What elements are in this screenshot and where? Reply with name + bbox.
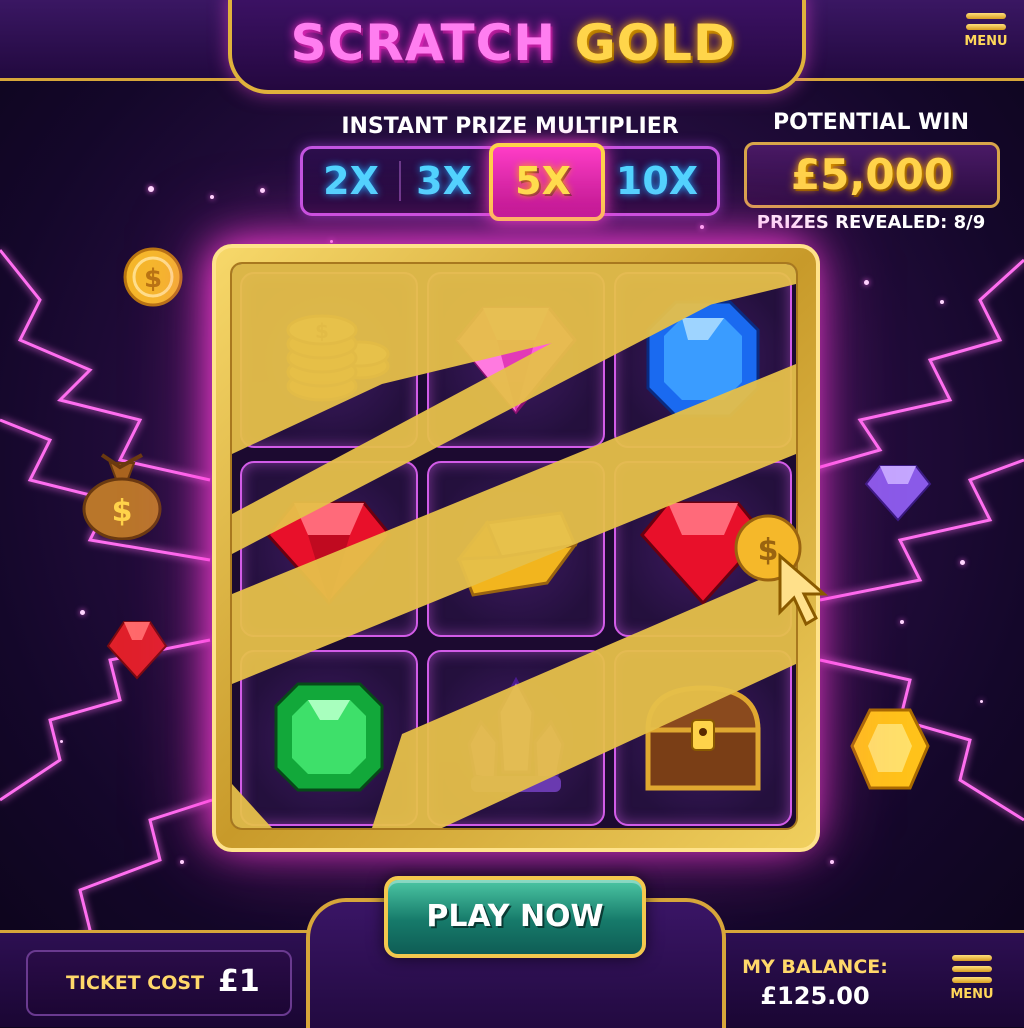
ticket-cost-panel: TICKET COST £1 <box>26 950 292 1016</box>
pink-diamond-icon <box>455 306 577 415</box>
floating-red-gem-icon <box>106 621 168 680</box>
menu-label-bottom: MENU <box>950 987 994 1002</box>
scratch-cell-1[interactable]: $ <box>240 272 418 448</box>
potential-win-label: POTENTIAL WIN <box>772 110 970 135</box>
title-scratch: SCRATCH <box>290 14 557 72</box>
floating-yellow-gem-icon <box>850 708 930 790</box>
svg-text:$: $ <box>315 319 329 343</box>
ticket-cost-label: TICKET COST <box>66 972 204 994</box>
gold-coins-icon: $ <box>286 314 390 402</box>
multiplier-option-3x[interactable]: 3X <box>399 149 489 213</box>
purple-crystal-icon <box>467 676 565 792</box>
game-title: SCRATCH GOLD <box>228 14 798 72</box>
hamburger-icon <box>966 13 1006 19</box>
scratch-cell-8[interactable] <box>427 650 605 826</box>
scratch-cell-5[interactable] <box>427 461 605 637</box>
money-bag-icon: $ <box>82 453 162 540</box>
scratch-card: $ <box>212 244 820 852</box>
treasure-chest-icon <box>645 685 761 791</box>
play-now-button[interactable]: PLAY NOW <box>384 876 646 958</box>
multiplier-label: INSTANT PRIZE MULTIPLIER <box>341 114 679 139</box>
gold-bar-icon <box>455 511 579 597</box>
svg-text:$: $ <box>758 533 779 568</box>
floating-purple-diamond-icon <box>864 465 932 522</box>
ticket-cost-value: £1 <box>218 964 260 999</box>
floating-coin-icon: $ <box>123 247 183 307</box>
pointer-arrow-icon <box>778 552 829 627</box>
svg-text:$: $ <box>144 264 162 294</box>
scratch-cell-9[interactable] <box>614 650 792 826</box>
scratch-cell-2[interactable] <box>427 272 605 448</box>
prizes-revealed-counter: PRIZES REVEALED: 8/9 <box>756 212 986 233</box>
menu-button-bottom[interactable]: MENU <box>944 950 1000 1010</box>
hamburger-icon <box>952 955 992 961</box>
multiplier-option-10x[interactable]: 10X <box>597 149 717 213</box>
scratch-grid: $ <box>230 262 798 830</box>
scratch-cell-7[interactable] <box>240 650 418 826</box>
multiplier-option-5x[interactable]: 5X <box>489 149 597 213</box>
green-emerald-icon <box>274 682 384 792</box>
potential-win-value: £5,000 <box>744 142 1000 208</box>
balance-value: £125.00 <box>760 982 870 1010</box>
svg-text:$: $ <box>112 494 133 529</box>
menu-label: MENU <box>964 34 1008 49</box>
balance-label: MY BALANCE: <box>742 956 888 978</box>
scratch-cell-4[interactable] <box>240 461 418 637</box>
multiplier-selector: 2X 3X 5X 10X <box>300 143 720 221</box>
menu-button-top[interactable]: MENU <box>958 8 1014 68</box>
red-gem-icon <box>266 501 392 606</box>
scratch-coin-cursor[interactable]: $ <box>732 512 852 632</box>
scratch-cell-3[interactable] <box>614 272 792 448</box>
blue-gem-icon <box>646 300 760 418</box>
multiplier-option-2x[interactable]: 2X <box>303 149 399 213</box>
title-gold: GOLD <box>574 14 736 72</box>
